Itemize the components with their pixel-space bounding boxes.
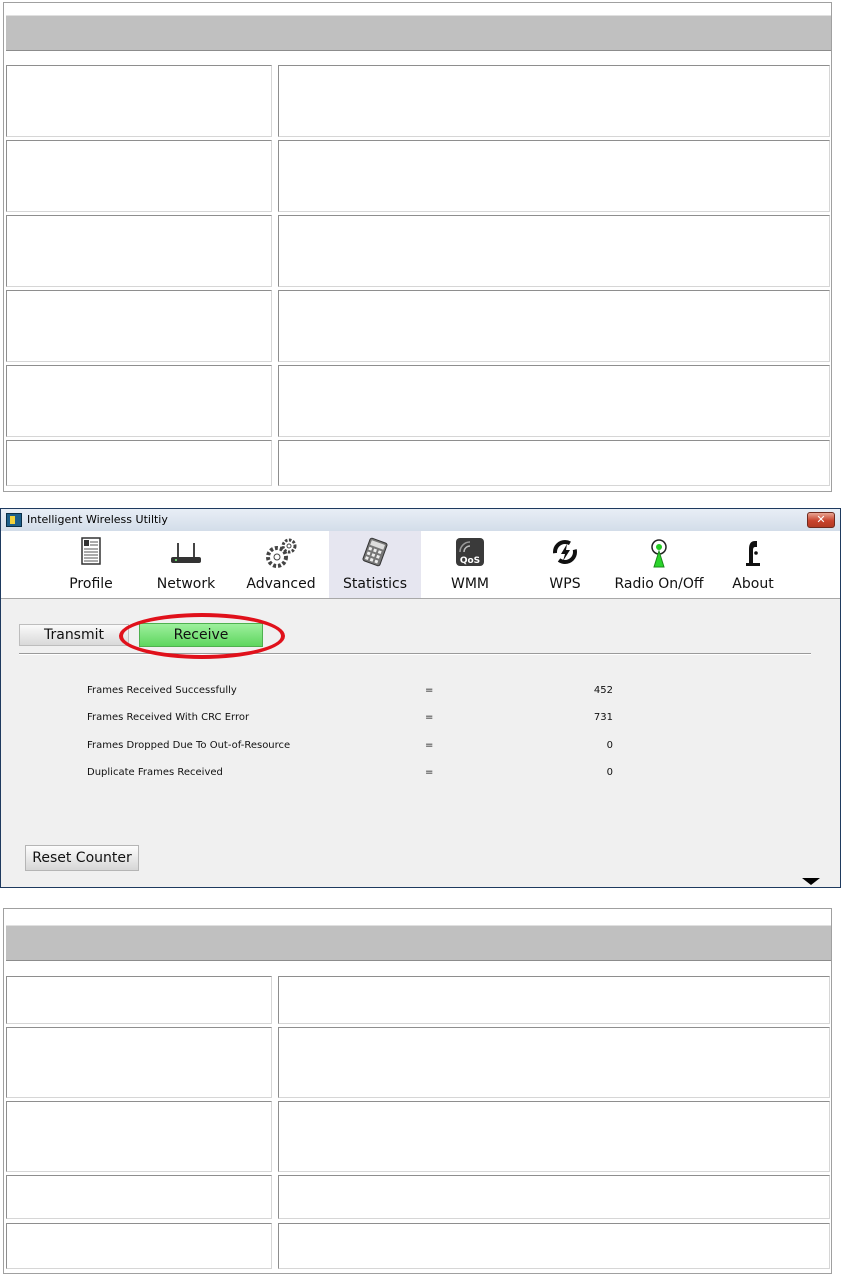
- stat-value: 0: [606, 767, 613, 778]
- toolbar-wps[interactable]: WPS: [537, 531, 593, 598]
- manual-table-bottom: [3, 908, 832, 1274]
- table-cell-name: [6, 290, 272, 362]
- toolbar-label: Profile: [69, 576, 113, 592]
- table-row: [6, 65, 830, 137]
- table-cell-name: [6, 365, 272, 437]
- toolbar-label: Statistics: [343, 576, 407, 592]
- toolbar-label: Network: [156, 576, 216, 592]
- table-cell-description: [278, 365, 830, 437]
- table-cell-description: [278, 65, 830, 137]
- table-row: [6, 440, 830, 486]
- network-icon: [171, 543, 201, 563]
- toolbar-profile[interactable]: Profile: [63, 531, 119, 598]
- table-cell-name: [6, 440, 272, 486]
- stat-row-duplicate-frames: Duplicate Frames Received = 0: [87, 767, 617, 781]
- table-cell-name: [6, 976, 272, 1024]
- stat-label: Frames Received Successfully: [87, 685, 237, 696]
- table-row: [6, 140, 830, 212]
- table-cell-description: [278, 215, 830, 287]
- stat-equals: =: [425, 740, 434, 751]
- table-row: [6, 1175, 830, 1219]
- toolbar-about[interactable]: About: [725, 531, 781, 598]
- table-row: [6, 215, 830, 287]
- table-row: [6, 365, 830, 437]
- statistics-icon: [362, 537, 388, 567]
- highlight-annotation-ring: [119, 613, 285, 659]
- toolbar-label: Advanced: [246, 576, 316, 592]
- table-cell-description: [278, 440, 830, 486]
- toolbar-label: Radio On/Off: [614, 576, 704, 592]
- tab-divider: [19, 653, 811, 655]
- stat-row-crc-error: Frames Received With CRC Error = 731: [87, 712, 617, 726]
- stat-value: 731: [593, 712, 613, 723]
- table-cell-description: [278, 290, 830, 362]
- stat-equals: =: [425, 767, 434, 778]
- table-cell-name: [6, 1027, 272, 1098]
- radio-icon: [651, 539, 667, 568]
- advanced-icon: [266, 538, 297, 568]
- toolbar-advanced[interactable]: Advanced: [243, 531, 319, 598]
- scroll-down-arrow-icon[interactable]: [802, 878, 820, 885]
- table-cell-description: [278, 1101, 830, 1172]
- table-cell-name: [6, 65, 272, 137]
- table-cell-description: [278, 976, 830, 1024]
- stat-equals: =: [425, 712, 434, 723]
- utility-window: Intelligent Wireless Utiltiy ✕ Profile N…: [0, 508, 841, 888]
- table-cell-description: [278, 140, 830, 212]
- table-cell-name: [6, 1223, 272, 1269]
- stat-label: Frames Dropped Due To Out-of-Resource: [87, 740, 291, 751]
- table-cell-name: [6, 140, 272, 212]
- window-title: Intelligent Wireless Utiltiy: [27, 513, 168, 526]
- stat-label: Duplicate Frames Received: [87, 767, 223, 778]
- wps-icon: [553, 540, 577, 564]
- table-row: [6, 290, 830, 362]
- stat-value: 0: [606, 740, 613, 751]
- table-row: [6, 976, 830, 1024]
- toolbar-statistics[interactable]: Statistics: [329, 531, 421, 598]
- table-header: [6, 15, 831, 51]
- stat-row-received-successfully: Frames Received Successfully = 452: [87, 685, 617, 699]
- table-cell-description: [278, 1223, 830, 1269]
- table-cell-name: [6, 215, 272, 287]
- table-row: [6, 1101, 830, 1172]
- app-icon: [6, 513, 22, 527]
- toolbar-label: WPS: [549, 576, 581, 592]
- stat-label: Frames Received With CRC Error: [87, 712, 250, 723]
- about-icon: [746, 541, 760, 566]
- toolbar-network[interactable]: Network: [149, 531, 223, 598]
- title-bar[interactable]: Intelligent Wireless Utiltiy ✕: [1, 509, 840, 532]
- table-cell-description: [278, 1027, 830, 1098]
- reset-counter-button[interactable]: Reset Counter: [25, 845, 139, 871]
- table-cell-name: [6, 1175, 272, 1219]
- toolbar-wmm[interactable]: QoS WMM: [437, 531, 503, 598]
- close-button[interactable]: ✕: [807, 512, 835, 528]
- toolbar-label: About: [732, 576, 774, 592]
- table-row: [6, 1223, 830, 1269]
- main-toolbar: Profile Network Advanced Statistics QoS …: [1, 531, 840, 599]
- toolbar-radio-onoff[interactable]: Radio On/Off: [607, 531, 711, 598]
- toolbar-label: WMM: [450, 576, 489, 592]
- table-header: [6, 925, 831, 961]
- table-cell-name: [6, 1101, 272, 1172]
- stat-row-dropped-out-of-resource: Frames Dropped Due To Out-of-Resource = …: [87, 740, 617, 754]
- stat-equals: =: [425, 685, 434, 696]
- table-cell-description: [278, 1175, 830, 1219]
- svg-text:QoS: QoS: [460, 556, 480, 566]
- stat-value: 452: [593, 685, 613, 696]
- table-row: [6, 1027, 830, 1098]
- manual-table-top: [3, 2, 832, 492]
- wmm-qos-icon: QoS: [456, 538, 484, 566]
- tab-transmit[interactable]: Transmit: [19, 624, 129, 646]
- profile-icon: [81, 537, 101, 565]
